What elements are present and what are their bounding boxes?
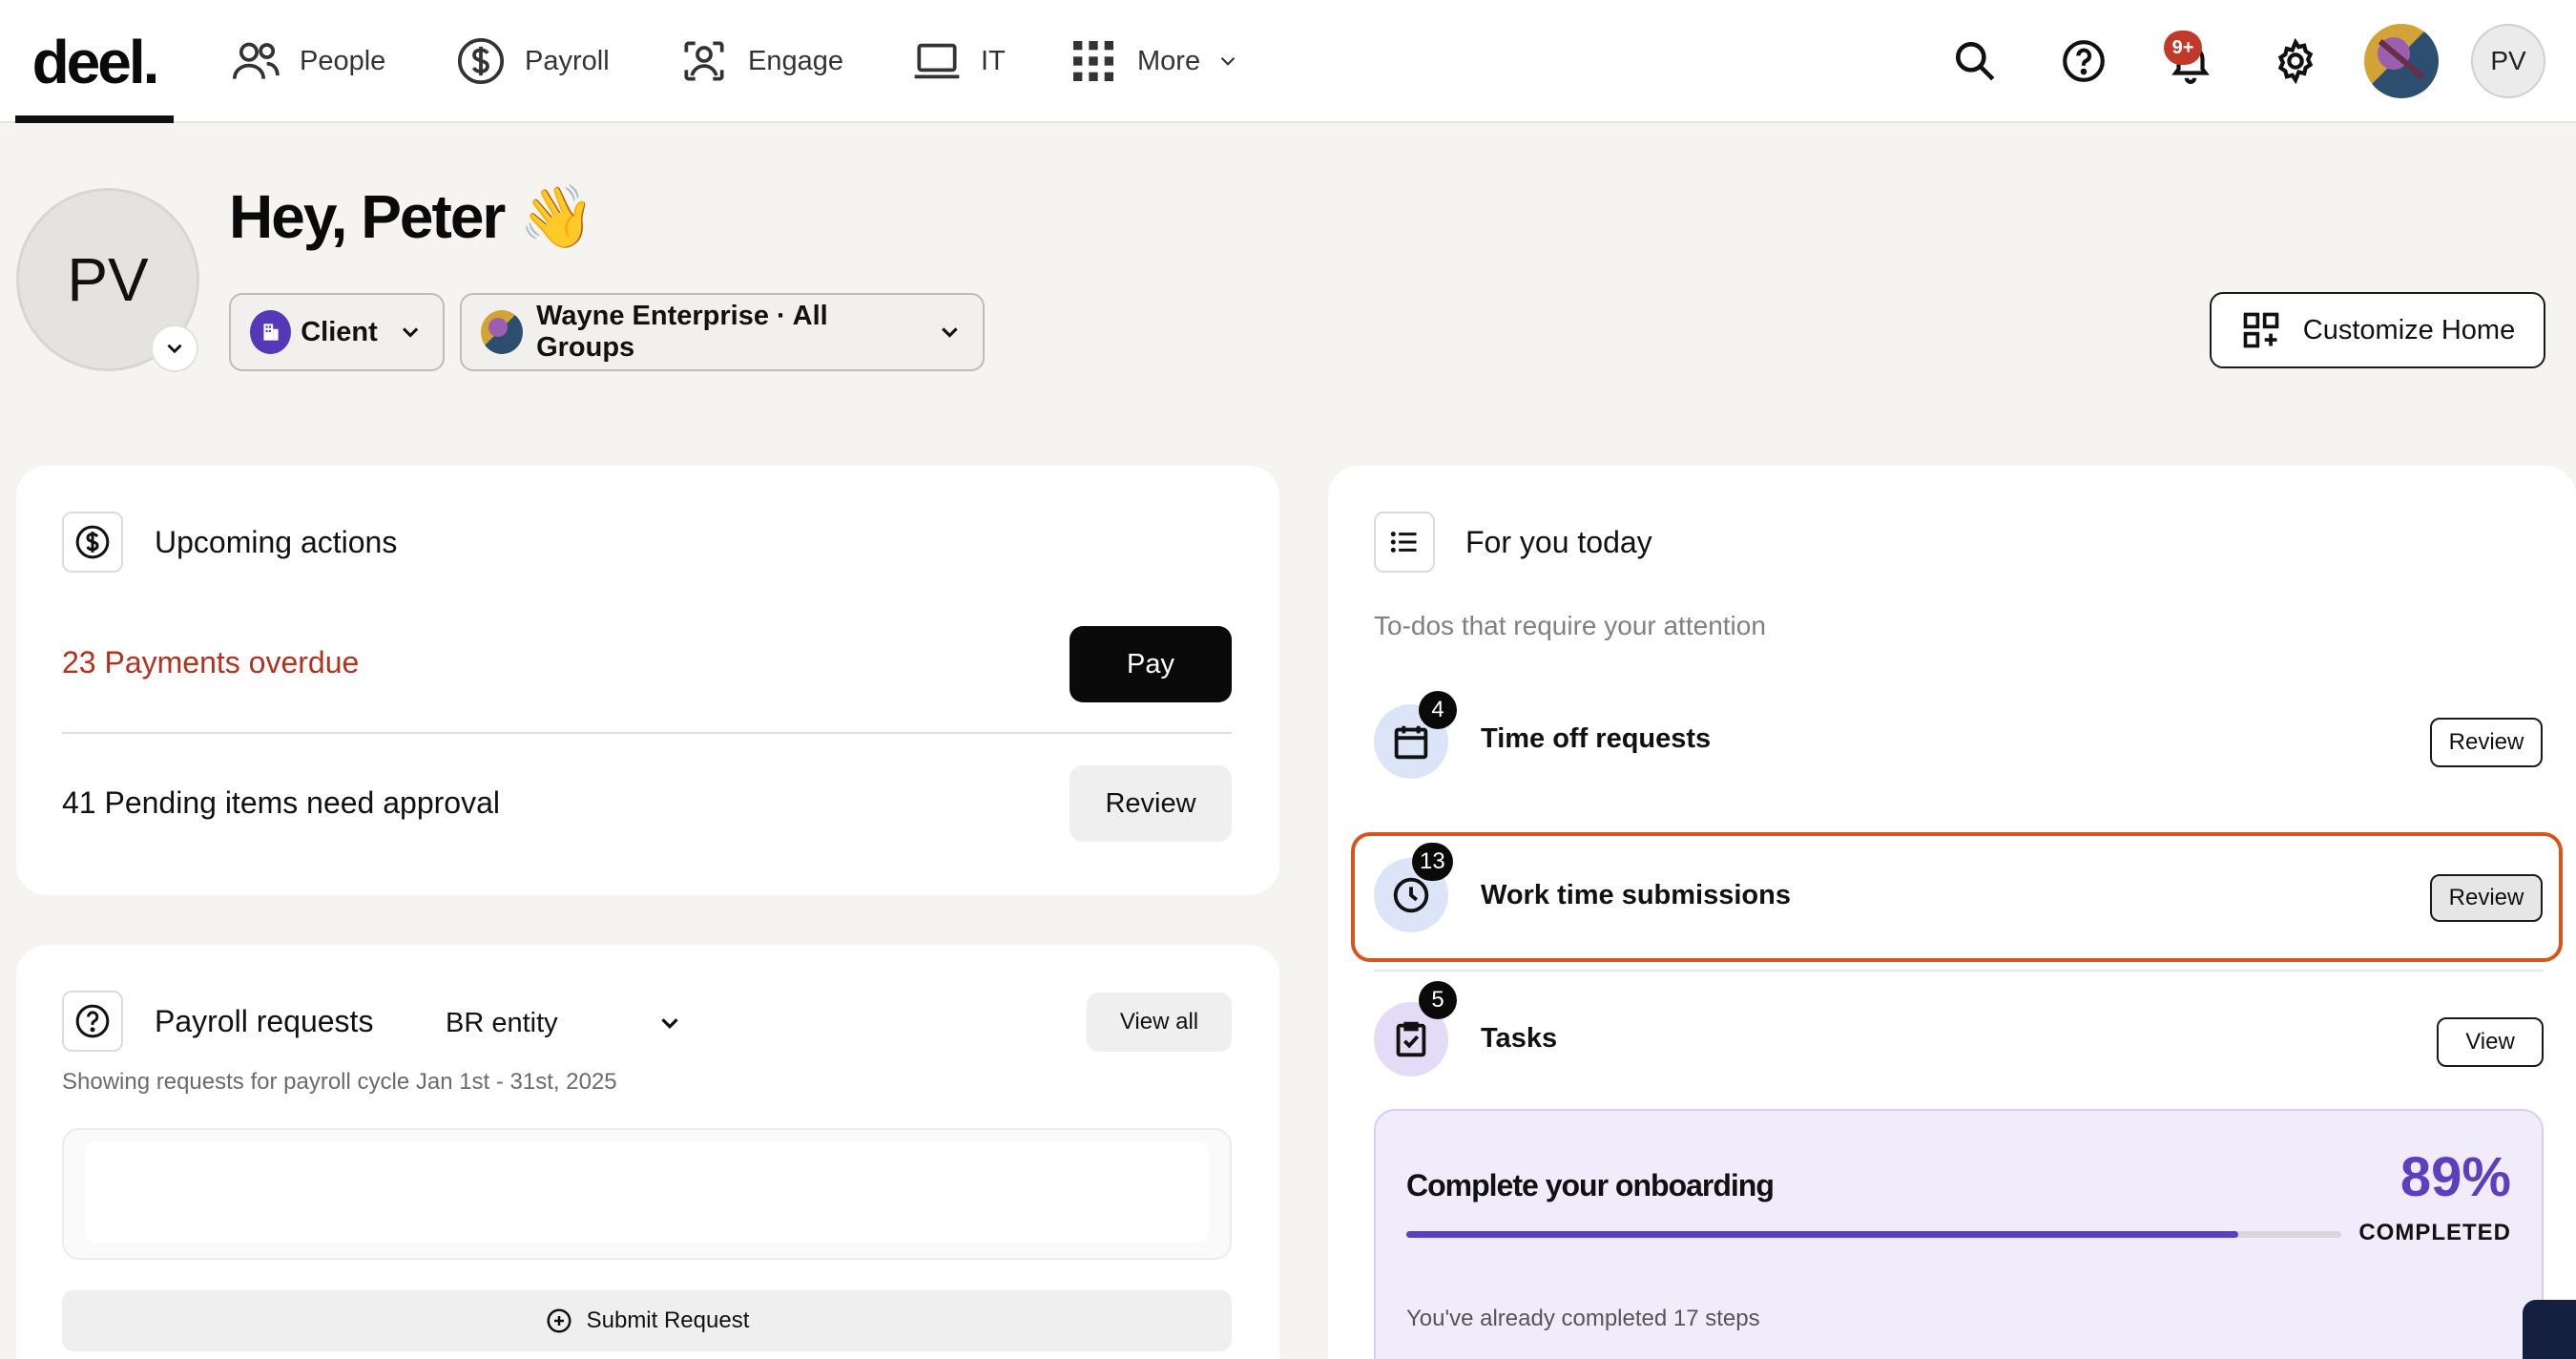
- chevron-down-icon: [661, 1018, 678, 1030]
- onboarding-progress-track: [1406, 1231, 2341, 1238]
- company-logo-avatar[interactable]: [2364, 24, 2439, 98]
- onboarding-panel[interactable]: Complete your onboarding 89% COMPLETED Y…: [1374, 1109, 2544, 1359]
- payments-overdue-text[interactable]: 23 Payments overdue: [62, 645, 359, 680]
- deel-logo[interactable]: deel.: [15, 0, 174, 123]
- settings-button[interactable]: [2259, 25, 2332, 97]
- chevron-down-icon: [167, 344, 182, 354]
- chevron-down-icon: [1220, 56, 1236, 66]
- chevron-down-icon: [942, 327, 958, 338]
- tasks-view-button[interactable]: View: [2437, 1017, 2544, 1067]
- for-you-today-subtitle: To-dos that require your attention: [1374, 611, 1766, 640]
- entity-select-value: BR entity: [446, 1007, 558, 1038]
- customize-home-button[interactable]: Customize Home: [2210, 292, 2545, 368]
- list-icon: [1374, 512, 1435, 573]
- widgets-add-icon: [2243, 312, 2279, 348]
- requests-list-placeholder: [85, 1141, 1209, 1243]
- customize-home-label: Customize Home: [2302, 314, 2516, 345]
- upcoming-actions-card: Upcoming actions 23 Payments overdue Pay…: [16, 466, 1279, 895]
- search-button[interactable]: [1939, 25, 2011, 97]
- nav-more[interactable]: More: [1067, 29, 1240, 94]
- pay-button[interactable]: Pay: [1070, 626, 1232, 702]
- nav-payroll-label: Payroll: [525, 45, 610, 76]
- gear-icon: [2277, 37, 2314, 85]
- grid-icon: [1073, 41, 1113, 81]
- work-time-review-button[interactable]: Review: [2430, 874, 2543, 922]
- for-you-today-title: For you today: [1465, 525, 1652, 559]
- submit-request-label: Submit Request: [586, 1307, 750, 1333]
- tasks-count-badge: 5: [1419, 981, 1457, 1019]
- todo-row-time-off: 4 Time off requests Review: [1328, 689, 2576, 794]
- role-label: Client: [301, 316, 378, 347]
- onboarding-steps-text: You've already completed 17 steps: [1406, 1306, 1760, 1331]
- submit-request-button[interactable]: Submit Request: [62, 1290, 1232, 1351]
- for-you-today-card: For you today To-dos that require your a…: [1328, 466, 2576, 1359]
- upcoming-actions-title: Upcoming actions: [155, 525, 398, 559]
- work-time-count-badge: 13: [1412, 843, 1453, 881]
- onboarding-percent: 89%: [2399, 1146, 2511, 1208]
- time-off-count-badge: 4: [1419, 691, 1457, 729]
- building-icon: [250, 310, 292, 354]
- people-icon: [232, 42, 280, 79]
- review-pending-button[interactable]: Review: [1070, 765, 1232, 842]
- help-button[interactable]: [2047, 25, 2120, 97]
- nav-it-label: IT: [981, 45, 1006, 76]
- entity-select[interactable]: BR entity: [446, 998, 684, 1048]
- engage-icon: [684, 41, 724, 81]
- role-switcher[interactable]: Client: [229, 293, 445, 371]
- view-all-button[interactable]: View all: [1087, 993, 1232, 1052]
- chevron-down-icon: [402, 327, 419, 338]
- help-icon: [62, 991, 123, 1052]
- nav-payroll[interactable]: Payroll: [454, 29, 610, 94]
- organization-label: Wayne Enterprise · All Groups: [536, 301, 828, 363]
- payroll-requests-title: Payroll requests: [155, 1004, 374, 1038]
- divider: [62, 732, 1232, 734]
- nav-people-label: People: [300, 45, 386, 76]
- company-logo-icon: [481, 310, 524, 354]
- onboarding-title: Complete your onboarding: [1406, 1168, 1775, 1202]
- pending-items-text: 41 Pending items need approval: [62, 785, 500, 820]
- nav-more-label: More: [1137, 45, 1201, 76]
- logo-active-indicator: [15, 115, 174, 123]
- notification-count-badge: 9+: [2164, 31, 2202, 65]
- avatar-menu-toggle[interactable]: [151, 324, 198, 372]
- work-time-label[interactable]: Work time submissions: [1481, 880, 1791, 911]
- time-off-label[interactable]: Time off requests: [1481, 723, 1711, 755]
- requests-list-container: [62, 1128, 1232, 1260]
- laptop-icon: [914, 43, 960, 79]
- todo-row-work-time[interactable]: 13 Work time submissions Review: [1351, 832, 2563, 962]
- payroll-cycle-subtitle: Showing requests for payroll cycle Jan 1…: [62, 1069, 617, 1095]
- dollar-circle-icon: [62, 512, 123, 573]
- dollar-circle-icon: [457, 37, 505, 85]
- payroll-requests-card: Payroll requests BR entity View all Show…: [16, 945, 1279, 1359]
- user-avatar[interactable]: PV: [2471, 24, 2545, 98]
- nav-engage-label: Engage: [748, 45, 843, 76]
- plus-circle-icon: [547, 1308, 571, 1333]
- tasks-label[interactable]: Tasks: [1481, 1023, 1557, 1055]
- divider: [1374, 970, 2544, 972]
- nav-engage[interactable]: Engage: [677, 29, 843, 94]
- organization-switcher[interactable]: Wayne Enterprise · All Groups: [460, 293, 985, 371]
- todo-row-tasks: 5 Tasks View: [1328, 981, 2576, 1086]
- greeting-title: Hey, Peter 👋: [229, 182, 595, 251]
- nav-people[interactable]: People: [229, 29, 385, 94]
- time-off-review-button[interactable]: Review: [2430, 718, 2543, 767]
- chat-launcher-button[interactable]: [2523, 1300, 2576, 1359]
- onboarding-progress-fill: [1406, 1231, 2239, 1238]
- nav-it[interactable]: IT: [910, 29, 1006, 94]
- top-navigation-bar: deel. People Payroll Engage IT More 9+ P…: [0, 0, 2576, 123]
- onboarding-completed-label: COMPLETED: [2358, 1220, 2511, 1245]
- search-icon: [1956, 42, 1995, 81]
- help-icon: [2063, 40, 2105, 82]
